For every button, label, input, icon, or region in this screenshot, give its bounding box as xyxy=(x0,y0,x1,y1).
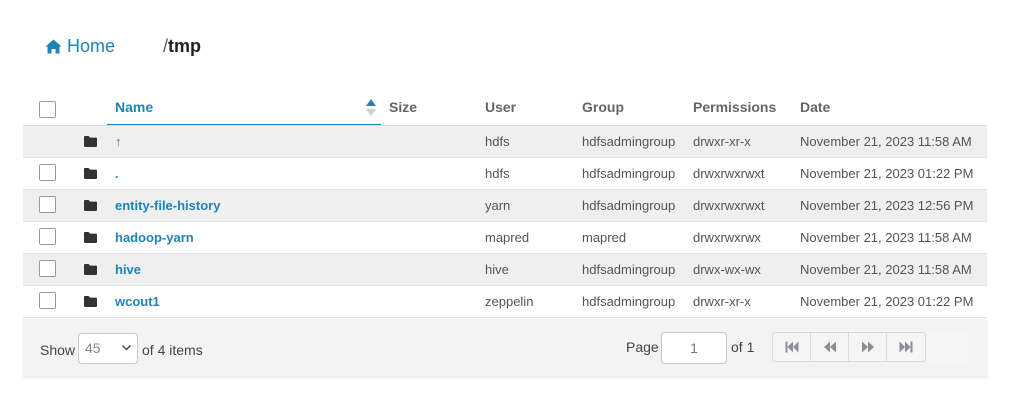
select-all-checkbox[interactable] xyxy=(39,101,56,118)
cell-user: mapred xyxy=(485,230,530,245)
column-header-permissions[interactable]: Permissions xyxy=(693,90,776,125)
row-checkbox[interactable] xyxy=(39,164,56,181)
folder-icon xyxy=(84,200,97,211)
table-row[interactable]: . hdfs hdfsadmingroup drwxrwxrwxt November 2… xyxy=(23,158,987,190)
home-label: Home xyxy=(67,35,116,56)
previous-page-button[interactable] xyxy=(811,333,849,361)
table-body: ↑ hdfs hdfsadmingroup drwxr-xr-x November 21… xyxy=(23,126,987,318)
table-row[interactable]: ↑ hdfs hdfsadmingroup drwxr-xr-x November 21… xyxy=(23,126,987,158)
folder-icon xyxy=(84,136,97,147)
column-header-size[interactable]: Size xyxy=(389,90,417,125)
cell-name[interactable]: ↑ xyxy=(115,126,122,157)
cell-user: hive xyxy=(485,262,509,277)
folder-icon xyxy=(84,232,97,243)
column-header-user[interactable]: User xyxy=(485,90,516,125)
cell-name[interactable]: hive xyxy=(115,254,141,285)
previous-page-icon xyxy=(823,341,836,353)
column-header-group[interactable]: Group xyxy=(582,90,624,125)
cell-name[interactable]: hadoop-yarn xyxy=(115,222,194,253)
last-page-button[interactable] xyxy=(887,333,925,361)
folder-icon xyxy=(84,168,97,179)
cell-user: yarn xyxy=(485,198,511,213)
chevron-down-icon xyxy=(122,345,131,351)
cell-group: hdfsadmingroup xyxy=(582,134,676,149)
cell-group: hdfsadmingroup xyxy=(582,294,676,309)
page-count-label: of 1 xyxy=(731,339,755,355)
table-header: Name Size User Group Permissions Date xyxy=(23,90,987,126)
next-page-icon xyxy=(861,341,874,353)
current-folder: tmp xyxy=(168,36,202,56)
first-page-icon xyxy=(785,341,798,353)
page-size-value: 45 xyxy=(85,340,101,356)
home-link[interactable]: Home xyxy=(45,36,115,57)
row-checkbox[interactable] xyxy=(39,292,56,309)
cell-name[interactable]: entity-file-history xyxy=(115,190,220,221)
page-size-select[interactable]: 45 xyxy=(78,333,138,364)
cell-group: hdfsadmingroup xyxy=(582,198,676,213)
row-checkbox[interactable] xyxy=(39,196,56,213)
row-checkbox[interactable] xyxy=(39,228,56,245)
row-checkbox[interactable] xyxy=(39,260,56,277)
table-row[interactable]: hadoop-yarn mapred mapred drwxrwxrwx Novembe… xyxy=(23,222,987,254)
first-page-button[interactable] xyxy=(773,333,811,361)
current-path: /tmp xyxy=(163,36,201,57)
table-row[interactable]: wcout1 zeppelin hdfsadmingroup drwxr-xr-x No… xyxy=(23,286,987,318)
cell-permissions: drwxrwxrwxt xyxy=(693,166,765,181)
sort-ascending-icon[interactable] xyxy=(366,99,376,116)
items-count-label: of 4 items xyxy=(142,342,203,358)
cell-group: mapred xyxy=(582,230,627,245)
cell-group: hdfsadmingroup xyxy=(582,166,676,181)
cell-permissions: drwxr-xr-x xyxy=(693,134,751,149)
cell-date: November 21, 2023 12:56 PM xyxy=(800,198,974,213)
table-footer: Show 45 of 4 items Page of 1 xyxy=(23,318,987,376)
next-page-button[interactable] xyxy=(849,333,887,361)
cell-permissions: drwxr-xr-x xyxy=(693,294,751,309)
folder-icon xyxy=(84,296,97,307)
pager-spacer xyxy=(927,332,967,362)
cell-name[interactable]: wcout1 xyxy=(115,286,160,317)
cell-user: hdfs xyxy=(485,134,510,149)
column-header-name[interactable]: Name xyxy=(115,90,153,125)
column-header-date[interactable]: Date xyxy=(800,90,830,125)
last-page-icon xyxy=(899,341,913,353)
breadcrumb: Home /tmp xyxy=(45,34,201,58)
page-number-input[interactable] xyxy=(661,332,727,364)
folder-icon xyxy=(84,264,97,275)
cell-user: hdfs xyxy=(485,166,510,181)
page-label: Page xyxy=(626,339,659,355)
cell-user: zeppelin xyxy=(485,294,534,309)
file-browser-table: Name Size User Group Permissions Date ↑ h… xyxy=(23,90,987,376)
table-row[interactable]: entity-file-history yarn hdfsadmingroup drw… xyxy=(23,190,987,222)
home-icon xyxy=(45,39,62,53)
cell-permissions: drwx-wx-wx xyxy=(693,262,761,277)
table-row[interactable]: hive hive hdfsadmingroup drwx-wx-wx November… xyxy=(23,254,987,286)
cell-date: November 21, 2023 11:58 AM xyxy=(800,230,972,245)
cell-date: November 21, 2023 01:22 PM xyxy=(800,294,974,309)
pagination-buttons xyxy=(772,332,926,362)
cell-date: November 21, 2023 11:58 AM xyxy=(800,262,972,277)
cell-permissions: drwxrwxrwx xyxy=(693,230,761,245)
cell-group: hdfsadmingroup xyxy=(582,262,676,277)
cell-name[interactable]: . xyxy=(115,158,119,189)
cell-date: November 21, 2023 01:22 PM xyxy=(800,166,974,181)
cell-permissions: drwxrwxrwxt xyxy=(693,198,765,213)
show-label: Show xyxy=(40,342,76,358)
cell-date: November 21, 2023 11:58 AM xyxy=(800,134,972,149)
